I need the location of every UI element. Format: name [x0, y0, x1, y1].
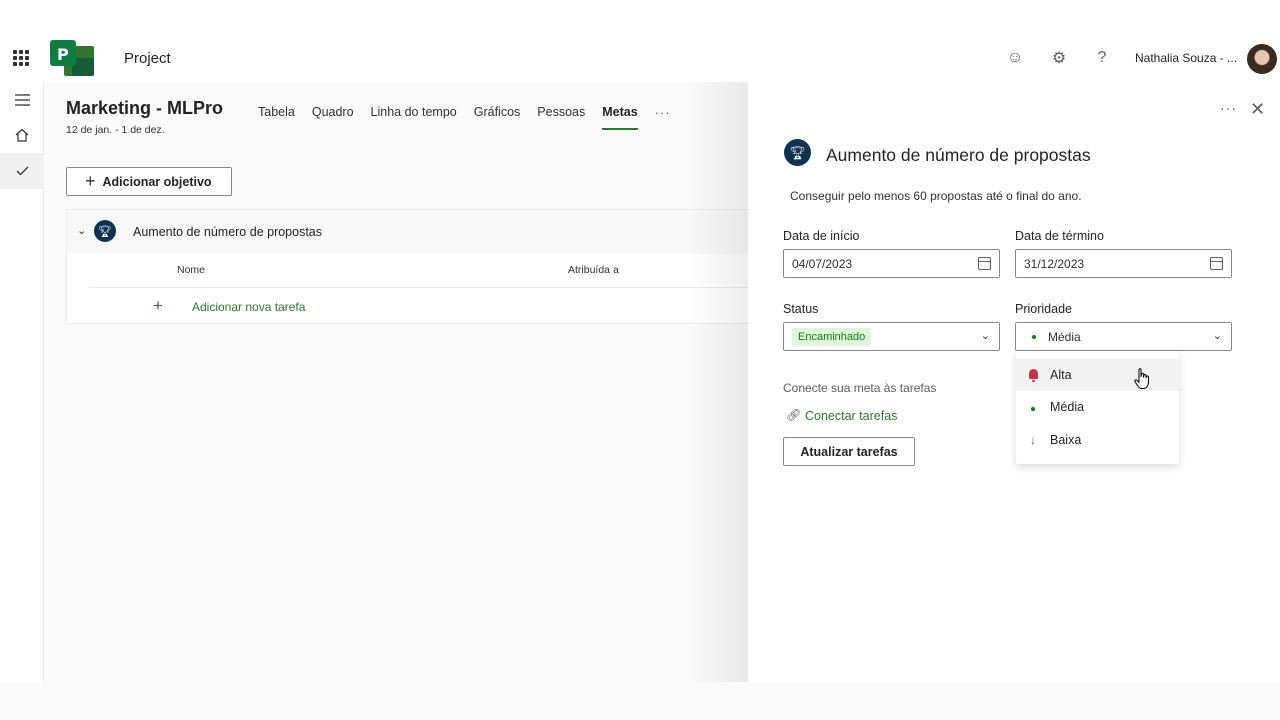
goal-description[interactable]: Conseguir pelo menos 60 propostas até o … [790, 189, 1082, 203]
calendar-icon[interactable] [1210, 257, 1223, 270]
feedback-smiley-icon[interactable]: ☺ [1006, 49, 1024, 67]
start-date-label: Data de início [783, 229, 860, 243]
hand-cursor-icon [1134, 368, 1149, 389]
main-area: Marketing - MLPro 12 de jan. - 1 de dez.… [44, 82, 757, 682]
connect-tasks-label: Conecte sua meta às tarefas [783, 381, 937, 395]
tab-linha-do-tempo[interactable]: Linha do tempo [371, 105, 457, 133]
goal-card: ⌄ 🏆︎ Aumento de número de propostas Nome… [66, 209, 757, 324]
tab-metas[interactable]: Metas [602, 105, 639, 133]
left-rail [0, 82, 44, 682]
goal-header[interactable]: ⌄ 🏆︎ Aumento de número de propostas [67, 210, 755, 254]
link-icon: 🔗︎ [786, 408, 802, 422]
help-icon[interactable]: ? [1093, 49, 1111, 67]
divider [89, 287, 757, 288]
status-dropdown[interactable]: Encaminhado ⌄ [783, 322, 1000, 351]
priority-option-high[interactable]: Alta [1016, 359, 1179, 391]
menu-hamburger-icon[interactable] [0, 82, 44, 118]
svg-text:P: P [57, 45, 69, 64]
start-date-field[interactable]: 04/07/2023 [783, 249, 1000, 278]
priority-dropdown[interactable]: Média ⌄ [1015, 322, 1232, 351]
my-tasks-check-icon[interactable] [0, 153, 44, 189]
view-tabs: Tabela Quadro Linha do tempo Gráficos Pe… [258, 105, 671, 133]
panel-shadow [686, 82, 748, 682]
plus-icon: + [85, 171, 96, 191]
status-badge: Encaminhado [792, 327, 872, 346]
app-title: Project [124, 50, 171, 67]
priority-option-label: Baixa [1050, 433, 1082, 447]
app-launcher-icon[interactable] [13, 50, 29, 66]
trophy-icon: 🏆︎ [94, 220, 116, 242]
tab-pessoas[interactable]: Pessoas [537, 105, 585, 133]
tab-quadro[interactable]: Quadro [312, 105, 354, 133]
plus-icon[interactable]: + [153, 296, 163, 316]
goal-name[interactable]: Aumento de número de propostas [133, 225, 322, 239]
chevron-down-icon: ⌄ [980, 330, 990, 342]
end-date-field[interactable]: 31/12/2023 [1015, 249, 1232, 278]
priority-label: Prioridade [1015, 302, 1072, 316]
more-options-icon[interactable]: ··· [1220, 100, 1237, 116]
connect-tasks-link[interactable]: Conectar tarefas [805, 409, 897, 423]
end-date-label: Data de término [1015, 229, 1104, 243]
settings-gear-icon[interactable]: ⚙ [1050, 49, 1068, 67]
plan-dates: 12 de jan. - 1 de dez. [66, 124, 165, 136]
tab-tabela[interactable]: Tabela [258, 105, 295, 133]
end-date-value: 31/12/2023 [1024, 256, 1085, 271]
column-header-assigned: Atribuída a [568, 264, 619, 276]
status-label: Status [783, 302, 819, 316]
calendar-icon[interactable] [978, 257, 991, 270]
bell-icon [1016, 368, 1050, 382]
top-bar: P Project ☺ ⚙ ? Nathalia Souza - ... [0, 0, 1280, 82]
start-date-value: 04/07/2023 [792, 256, 853, 271]
project-logo-icon: P [50, 40, 94, 76]
add-task-link[interactable]: Adicionar nova tarefa [192, 300, 305, 314]
user-name[interactable]: Nathalia Souza - ... [1135, 51, 1237, 65]
dot-icon [1016, 400, 1050, 414]
priority-value: Média [1048, 329, 1081, 344]
add-goal-label: Adicionar objetivo [102, 174, 212, 189]
chevron-down-icon[interactable]: ⌄ [77, 224, 86, 237]
update-tasks-button[interactable]: Atualizar tarefas [783, 437, 915, 466]
goal-details-panel: ··· ✕ 🏆︎ Aumento de número de propostas … [748, 82, 1280, 682]
home-icon[interactable] [0, 117, 44, 153]
priority-option-medium[interactable]: Média [1016, 391, 1179, 423]
add-goal-button[interactable]: + Adicionar objetivo [66, 167, 232, 196]
priority-menu: Alta Média ↓ Baixa [1016, 351, 1179, 464]
chevron-down-icon: ⌄ [1212, 330, 1222, 342]
avatar[interactable] [1247, 44, 1277, 74]
trophy-icon: 🏆︎ [784, 139, 811, 166]
medium-priority-dot-icon [1032, 334, 1036, 339]
priority-option-label: Alta [1050, 368, 1072, 382]
priority-option-low[interactable]: ↓ Baixa [1016, 424, 1179, 456]
tab-graficos[interactable]: Gráficos [474, 105, 521, 133]
tabs-more-icon[interactable]: ··· [655, 105, 671, 133]
column-header-name: Nome [177, 264, 206, 276]
plan-title: Marketing - MLPro [66, 98, 224, 118]
arrow-down-icon: ↓ [1030, 433, 1036, 447]
priority-option-label: Média [1050, 400, 1085, 414]
close-icon[interactable]: ✕ [1250, 99, 1265, 120]
panel-title[interactable]: Aumento de número de propostas [826, 145, 1091, 166]
bottom-strip [0, 682, 1280, 720]
